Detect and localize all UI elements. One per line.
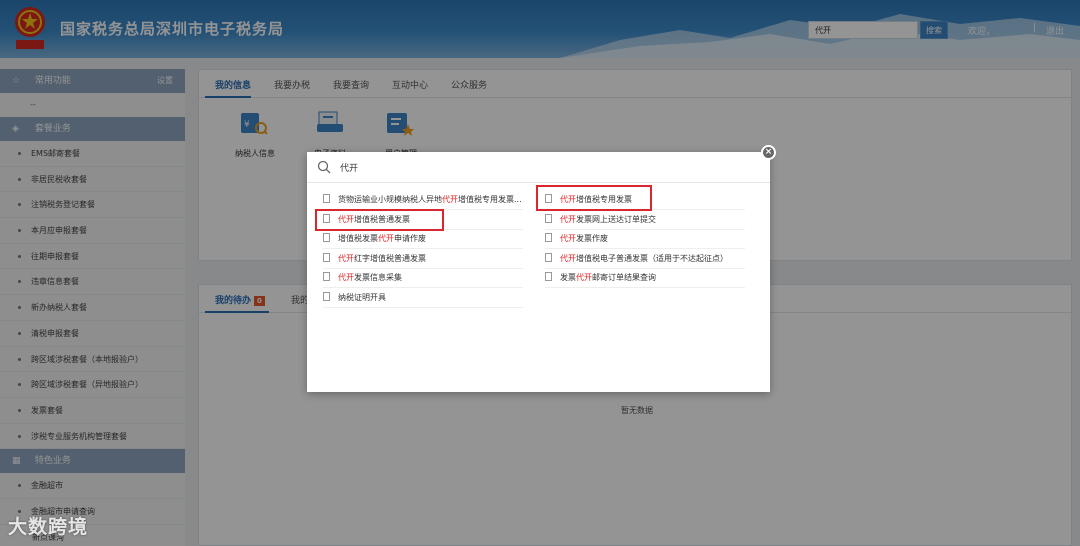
result-text: 发票	[560, 273, 576, 283]
result-text: 货物运输业小规模纳税人异地	[338, 195, 442, 204]
search-result-item[interactable]: 纳税证明开具	[323, 289, 523, 308]
result-text: 增值税电子普通发票（适用于不达起征点）	[576, 253, 728, 263]
result-text: 增值税专用发票...	[458, 195, 522, 204]
watermark-logo: 大数跨境	[8, 516, 89, 538]
close-icon[interactable]: ×	[761, 145, 776, 160]
search-result-item[interactable]: 发票代开邮寄订单结果查询	[545, 269, 745, 289]
search-result-item[interactable]: 代开发票网上送达订单提交	[545, 211, 745, 230]
annotation-box-right	[536, 185, 652, 211]
modal-search-bar[interactable]: 代开	[307, 152, 770, 183]
result-highlight: 代开	[378, 234, 394, 244]
search-result-item[interactable]: 增值税发票代开申请作废	[323, 230, 523, 250]
modal-search-input[interactable]: 代开	[340, 161, 358, 174]
result-text: 发票作废	[576, 234, 608, 244]
search-result-item[interactable]: 代开发票信息采集	[323, 269, 523, 289]
search-result-item[interactable]: 货物运输业小规模纳税人异地代开增值税专用发票...	[323, 191, 523, 210]
document-icon	[323, 233, 330, 243]
document-icon	[545, 252, 552, 262]
result-text: 纳税证明开具	[338, 293, 386, 302]
result-text: 邮寄订单结果查询	[592, 273, 656, 283]
document-icon	[323, 292, 330, 301]
document-icon	[545, 213, 552, 223]
result-highlight: 代开	[442, 195, 458, 204]
result-text: 发票网上送达订单提交	[576, 214, 656, 224]
document-icon	[545, 272, 552, 282]
result-highlight: 代开	[338, 253, 354, 263]
result-highlight: 代开	[338, 273, 354, 283]
result-highlight: 代开	[560, 214, 576, 224]
search-icon	[317, 160, 331, 174]
result-text: 增值税发票	[338, 234, 378, 244]
document-icon	[545, 233, 552, 243]
search-modal: 代开 货物运输业小规模纳税人异地代开增值税专用发票... 代开增值税普通发票 增值税…	[307, 152, 770, 392]
result-text: 申请作废	[394, 234, 426, 244]
result-text: 红字增值税普通发票	[354, 253, 426, 263]
result-highlight: 代开	[560, 234, 576, 244]
document-icon	[323, 194, 330, 203]
annotation-box-left	[315, 209, 444, 231]
result-highlight: 代开	[560, 253, 576, 263]
search-result-item[interactable]: 代开发票作废	[545, 230, 745, 250]
document-icon	[323, 252, 330, 262]
document-icon	[323, 272, 330, 282]
result-highlight: 代开	[576, 273, 592, 283]
search-result-item[interactable]: 代开红字增值税普通发票	[323, 250, 523, 269]
search-result-item[interactable]: 代开增值税电子普通发票（适用于不达起征点）	[545, 250, 745, 269]
result-text: 发票信息采集	[354, 273, 402, 283]
